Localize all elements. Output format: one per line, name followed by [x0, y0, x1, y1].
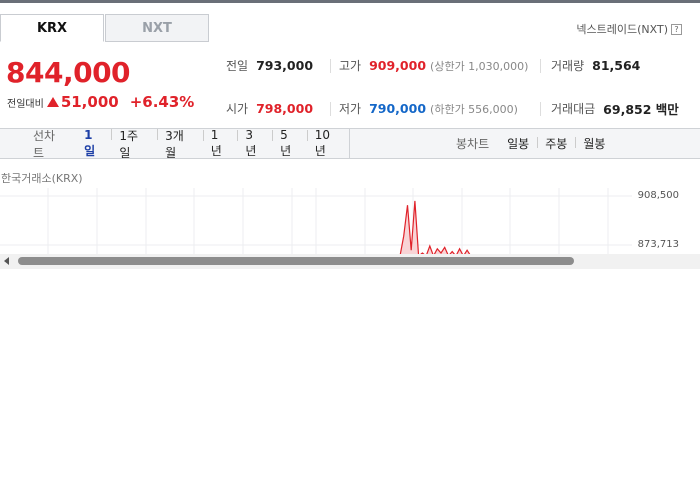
stat-value: 69,852 백만 — [603, 102, 679, 117]
price-change: 전일대비 51,000 +6.43% — [7, 93, 194, 111]
candle-chart-title: 봉차트 — [456, 137, 490, 151]
stat-label: 전일 — [226, 59, 249, 73]
nextrade-link[interactable]: 넥스트레이드(NXT) ? — [576, 21, 682, 37]
stat-value: 909,000 — [369, 58, 427, 73]
stat-high: 고가 909,000 (상한가 1,030,000) — [330, 58, 540, 73]
line-chart-title: 선차트 — [33, 128, 56, 160]
stat-amount: 거래대금 69,852 백만 — [540, 101, 700, 117]
period-1w[interactable]: 1주일 — [111, 127, 157, 161]
period-5y[interactable]: 5년 — [272, 128, 307, 159]
stat-value: 793,000 — [256, 58, 314, 73]
stat-label: 저가 — [339, 102, 362, 116]
stats-row: 시가 798,000 저가 790,000 (하한가 556,000) 거래대금… — [208, 87, 700, 130]
stat-value: 790,000 — [369, 101, 427, 116]
stat-label: 시가 — [226, 102, 249, 116]
stat-prev-close: 전일 793,000 — [208, 44, 330, 87]
stat-low: 저가 790,000 (하한가 556,000) — [330, 101, 540, 116]
current-price: 844,000 — [6, 56, 131, 89]
y-tick-label: 908,500 — [637, 190, 679, 201]
market-tabs: KRX NXT — [0, 14, 209, 42]
period-3m[interactable]: 3개월 — [157, 127, 203, 161]
chart-grid — [0, 188, 632, 256]
stat-label: 거래량 — [551, 59, 585, 73]
change-label: 전일대비 — [7, 98, 44, 110]
candle-monthly[interactable]: 월봉 — [575, 135, 613, 152]
stat-value: 798,000 — [256, 101, 314, 116]
tab-krx[interactable]: KRX — [0, 14, 104, 42]
candle-daily[interactable]: 일봉 — [499, 135, 537, 152]
period-1d[interactable]: 1일 — [76, 128, 111, 159]
stat-volume: 거래량 81,564 — [540, 58, 700, 73]
candle-weekly[interactable]: 주봉 — [537, 135, 575, 152]
period-10y[interactable]: 10년 — [306, 128, 349, 159]
stat-open: 시가 798,000 — [208, 87, 330, 130]
line-chart-options: 선차트 1일 1주일 3개월 1년 3년 5년 10년 — [0, 127, 350, 161]
stat-label: 거래대금 — [551, 102, 596, 116]
scroll-left-icon[interactable] — [4, 257, 9, 265]
stats-row: 전일 793,000 고가 909,000 (상한가 1,030,000) 거래… — [208, 44, 700, 87]
chart-source: 한국거래소(KRX) — [1, 172, 83, 185]
up-arrow-icon — [46, 97, 59, 107]
stat-label: 고가 — [339, 59, 362, 73]
tab-nxt[interactable]: NXT — [105, 14, 209, 42]
scroll-thumb[interactable] — [18, 257, 574, 265]
y-tick-label: 873,713 — [637, 239, 679, 250]
stat-value: 81,564 — [592, 58, 641, 73]
stats-table: 전일 793,000 고가 909,000 (상한가 1,030,000) 거래… — [208, 44, 700, 130]
stat-sub: (상한가 1,030,000) — [430, 59, 529, 73]
top-border — [0, 0, 700, 3]
change-percent: +6.43% — [129, 93, 195, 111]
period-1y[interactable]: 1년 — [202, 128, 238, 159]
price-chart — [0, 188, 632, 256]
candle-chart-options: 봉차트 일봉 주봉 월봉 — [350, 129, 700, 158]
nextrade-label: 넥스트레이드(NXT) — [576, 23, 668, 36]
horizontal-scrollbar[interactable] — [0, 254, 700, 269]
period-3y[interactable]: 3년 — [237, 128, 272, 159]
stat-sub: (하한가 556,000) — [430, 102, 518, 116]
chart-toolbar: 선차트 1일 1주일 3개월 1년 3년 5년 10년 봉차트 일봉 주봉 월봉 — [0, 127, 700, 161]
change-amount: 51,000 — [60, 93, 119, 111]
help-icon[interactable]: ? — [671, 23, 682, 35]
